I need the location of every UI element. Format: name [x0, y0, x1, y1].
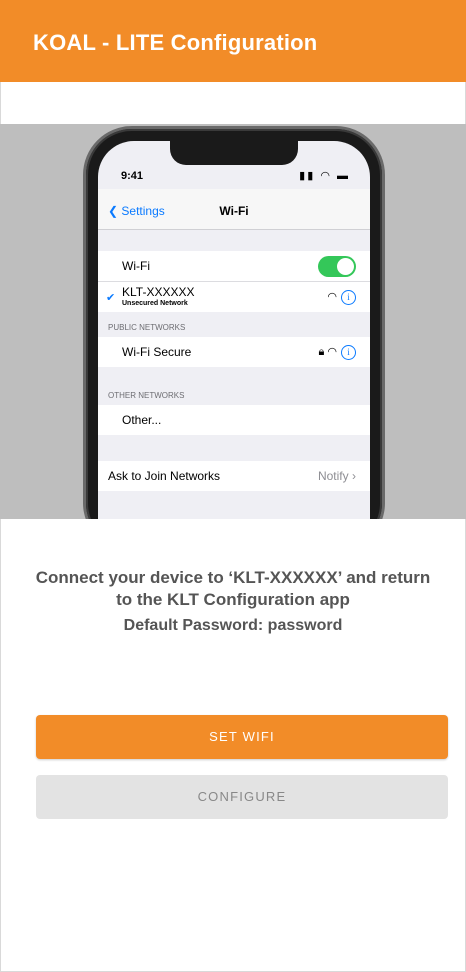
phone-notch — [170, 141, 298, 165]
ios-navbar: ❮ Settings Wi-Fi — [98, 189, 370, 230]
wifi-toggle-row: Wi-Fi — [98, 251, 370, 282]
wifi-icon: ◠ — [327, 291, 337, 303]
ask-join-group: Ask to Join Networks Notify › — [98, 461, 370, 491]
public-networks-group: Wi-Fi Secure 🔒︎ ◠ i — [98, 337, 370, 367]
public-network-row: Wi-Fi Secure 🔒︎ ◠ i — [98, 337, 370, 367]
wifi-toggle — [318, 256, 356, 277]
connection-instructions: Connect your device to ‘KLT-XXXXXX’ and … — [0, 567, 466, 637]
other-networks-group: Other... — [98, 405, 370, 435]
phone-mockup: 9:41 ▮▮ ◠ ▬ ❮ Settings Wi-Fi Wi-Fi ✔ KLT… — [86, 129, 382, 519]
set-wifi-button[interactable]: SET WIFI — [36, 715, 448, 759]
nav-title: Wi-Fi — [219, 204, 249, 218]
ask-join-row: Ask to Join Networks Notify › — [108, 469, 356, 483]
default-password: Default Password: password — [123, 617, 343, 634]
instruction-line-1: Connect your device to ‘KLT-XXXXXX’ and … — [35, 568, 431, 587]
lock-icon: 🔒︎ — [318, 346, 325, 358]
phone-screen: 9:41 ▮▮ ◠ ▬ ❮ Settings Wi-Fi Wi-Fi ✔ KLT… — [98, 141, 370, 519]
info-icon: i — [341, 345, 356, 360]
page-title: KOAL - LITE Configuration — [33, 30, 318, 55]
wifi-group: Wi-Fi ✔ KLT-XXXXXX Unsecured Network ◠ i — [98, 251, 370, 312]
info-icon: i — [341, 290, 356, 305]
connected-network-row: ✔ KLT-XXXXXX Unsecured Network ◠ i — [98, 282, 370, 312]
wifi-instruction-image: 9:41 ▮▮ ◠ ▬ ❮ Settings Wi-Fi Wi-Fi ✔ KLT… — [0, 124, 466, 519]
wifi-icon: ◠ — [327, 346, 337, 358]
app-header: KOAL - LITE Configuration — [0, 0, 466, 82]
section-other-networks: OTHER NETWORKS — [108, 391, 185, 400]
status-icons: ▮▮ ◠ ▬ — [299, 170, 350, 182]
other-network-row: Other... — [122, 413, 162, 427]
status-time: 9:41 — [121, 170, 144, 182]
checkmark-icon: ✔ — [106, 292, 116, 304]
configure-button[interactable]: CONFIGURE — [36, 775, 448, 819]
instruction-line-2: to the KLT Configuration app — [116, 590, 350, 609]
section-public-networks: PUBLIC NETWORKS — [108, 323, 186, 332]
